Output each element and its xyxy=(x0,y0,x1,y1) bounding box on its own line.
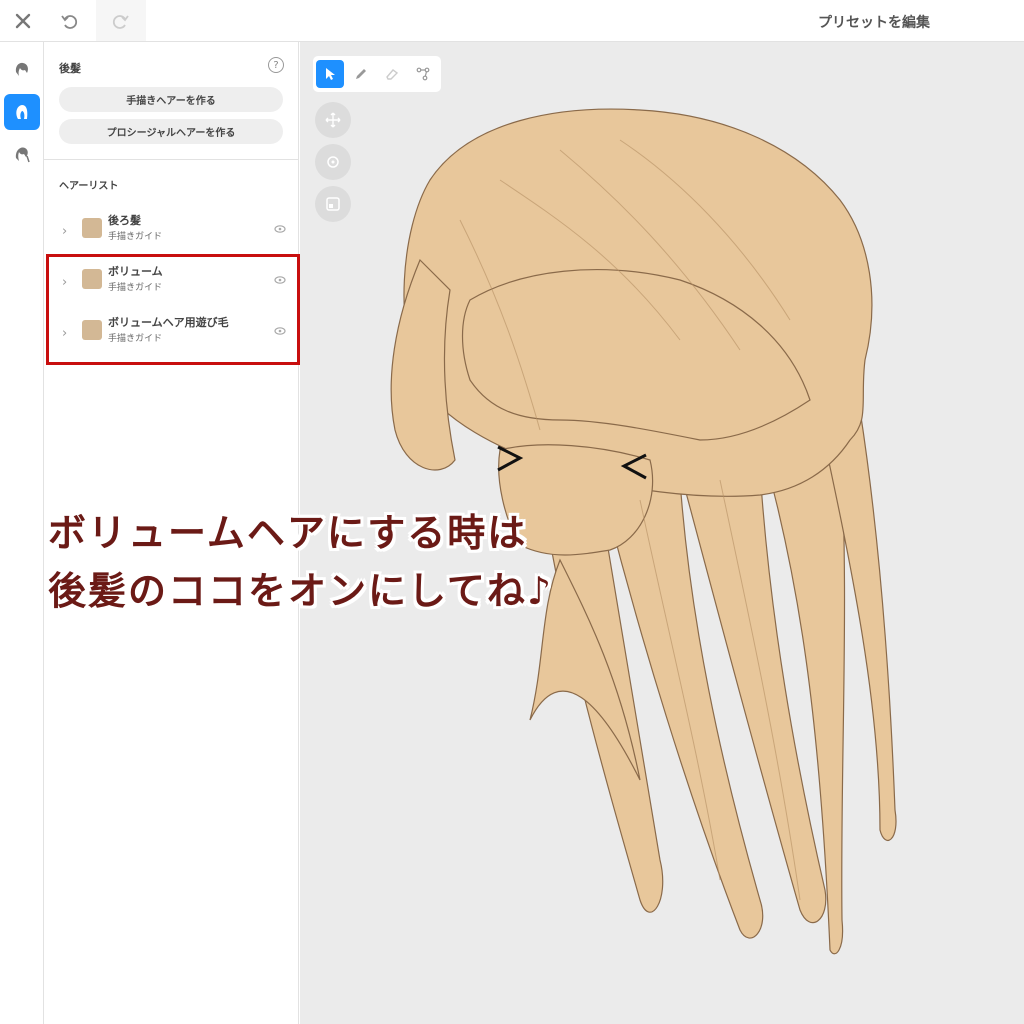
top-bar: プリセットを編集 xyxy=(0,0,1024,42)
rotate-view-button[interactable] xyxy=(315,144,351,180)
highlight-box xyxy=(46,254,300,365)
help-icon[interactable]: ? xyxy=(268,57,284,73)
section-title: 後髪 xyxy=(59,62,81,75)
move-view-button[interactable] xyxy=(315,102,351,138)
caption-line-1: ボリュームヘアにする時は xyxy=(48,510,528,555)
eraser-tool-icon xyxy=(386,69,399,80)
rotate-view-icon xyxy=(327,156,339,168)
rail-item-front-hair[interactable] xyxy=(4,52,40,88)
select-tool-button[interactable] xyxy=(316,60,344,88)
side-hair-icon xyxy=(15,147,30,163)
pen-tool-icon xyxy=(356,69,366,79)
rail-item-back-hair[interactable] xyxy=(4,94,40,130)
curve-tool-icon xyxy=(416,67,430,81)
divider xyxy=(44,159,299,160)
hair-color-swatch[interactable] xyxy=(82,218,102,238)
pen-tool-button[interactable] xyxy=(347,60,375,88)
back-hair-icon xyxy=(16,105,28,119)
undo-icon xyxy=(61,14,78,29)
visibility-eye-icon[interactable] xyxy=(274,224,286,234)
hair-item-type: 手描きガイド xyxy=(108,232,163,242)
close-icon xyxy=(15,13,31,28)
edit-toolbar xyxy=(313,56,441,92)
redo-icon xyxy=(112,14,129,29)
redo-button[interactable] xyxy=(96,0,146,41)
curve-tool-button[interactable] xyxy=(409,60,437,88)
hair-list-title: ヘアーリスト xyxy=(59,181,119,192)
rail-item-side-hair[interactable] xyxy=(4,136,40,172)
close-button[interactable] xyxy=(0,0,46,41)
fit-view-icon xyxy=(326,197,340,211)
front-hair-icon xyxy=(15,62,28,76)
hair-list-item[interactable]: › 後ろ髪 手描きガイド xyxy=(44,212,299,252)
page-title: プリセットを編集 xyxy=(818,15,930,31)
hair-item-name: 後ろ髪 xyxy=(108,214,141,227)
move-view-icon xyxy=(325,112,341,128)
eraser-tool-button[interactable] xyxy=(378,60,406,88)
hair-category-rail xyxy=(0,42,44,1024)
undo-button[interactable] xyxy=(46,0,92,41)
chevron-right-icon[interactable]: › xyxy=(62,224,67,239)
select-tool-icon xyxy=(326,68,335,80)
caption-line-2: 後髪のココをオンにしてね♪ xyxy=(48,568,554,613)
create-hand-drawn-hair-button[interactable]: 手描きヘアーを作る xyxy=(59,87,283,112)
fit-view-button[interactable] xyxy=(315,186,351,222)
create-procedural-hair-button[interactable]: プロシージャルヘアーを作る xyxy=(59,119,283,144)
